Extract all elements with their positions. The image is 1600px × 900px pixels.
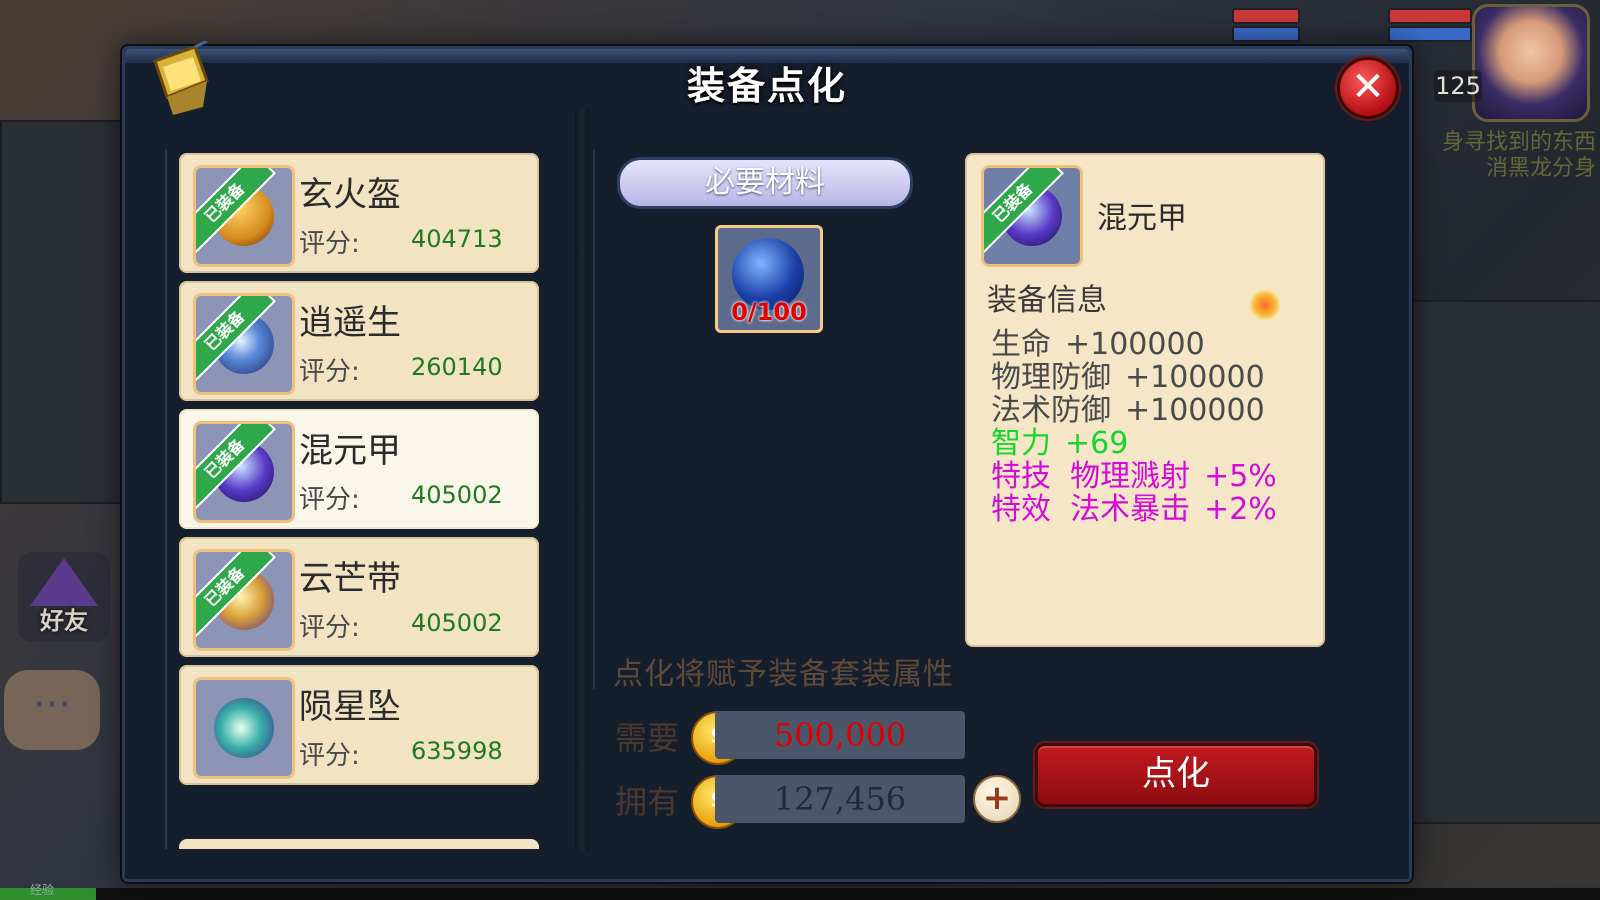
- item-score: 405002: [411, 609, 503, 637]
- panel-title: 装备点化: [686, 64, 847, 108]
- list-item-equipment-selected[interactable]: 已装备 混元甲 评分: 405002: [179, 409, 539, 529]
- list-item-equipment[interactable]: 已装备 玄火盔 评分: 404713: [179, 153, 539, 273]
- item-name: 逍遥生: [299, 303, 401, 343]
- friends-button[interactable]: 好友: [18, 552, 110, 642]
- info-item-name: 混元甲: [1097, 201, 1187, 236]
- attribute-name: 特效 法术暴击: [991, 492, 1191, 527]
- material-slot[interactable]: 0/100: [715, 225, 823, 333]
- item-name: 云芒带: [299, 559, 401, 599]
- attribute-value: +100000: [1125, 393, 1265, 428]
- equipment-refine-panel: 装备点化 ✕ 已装备 玄火盔 评分: 404713 已装备 逍遥生 评分: 26…: [122, 41, 1412, 882]
- item-name: 陨星坠: [299, 687, 401, 727]
- attribute-value: +2%: [1204, 492, 1277, 527]
- helmet-icon: 已装备: [193, 165, 295, 267]
- friend-avatar-icon: [30, 558, 98, 606]
- equipment-info-card: 已装备 混元甲 装备信息 生命 +100000 物理防御 +100000 法术防御 +…: [965, 153, 1325, 647]
- pet-hp-bar: [1232, 8, 1300, 24]
- player-mp-bar: [1388, 26, 1472, 42]
- list-item-equipment[interactable]: 已装备 逍遥生 评分: 260140: [179, 281, 539, 401]
- pet-mp-bar: [1232, 26, 1300, 42]
- spiral-icon[interactable]: [1249, 289, 1281, 321]
- close-button[interactable]: ✕: [1337, 57, 1399, 119]
- building-left: [0, 120, 134, 504]
- item-score: 405002: [411, 481, 503, 509]
- item-score-label: 评分:: [299, 613, 360, 643]
- friends-label: 好友: [40, 607, 88, 635]
- item-score: 635998: [411, 737, 503, 765]
- list-item-partial[interactable]: [179, 839, 539, 849]
- belt-icon: 已装备: [193, 549, 295, 651]
- equipment-list[interactable]: 已装备 玄火盔 评分: 404713 已装备 逍遥生 评分: 260140 已装…: [165, 149, 539, 849]
- quest-tracker-line2[interactable]: 消黑龙分身: [1486, 150, 1596, 182]
- cost-need-value: 500,000: [715, 711, 965, 759]
- necklace-icon: [193, 677, 295, 779]
- item-name: 混元甲: [299, 431, 401, 471]
- item-score: 260140: [411, 353, 503, 381]
- armor-icon: 已装备: [981, 165, 1083, 267]
- item-name: 玄火盔: [299, 175, 401, 215]
- info-section-title: 装备信息: [987, 283, 1107, 318]
- experience-label: 经验: [30, 883, 55, 897]
- refine-hint-text: 点化将赋予装备套装属性: [613, 657, 954, 692]
- list-item-equipment[interactable]: 已装备 云芒带 评分: 405002: [179, 537, 539, 657]
- item-score-label: 评分:: [299, 357, 360, 387]
- required-materials-header: 必要材料: [617, 157, 913, 209]
- panel-divider-thin: [593, 149, 595, 689]
- item-score-label: 评分:: [299, 229, 360, 259]
- refine-button[interactable]: 点化: [1035, 743, 1317, 807]
- cost-have-value: 127,456: [715, 775, 965, 823]
- building-right: [1400, 300, 1600, 824]
- player-hp-bar: [1388, 8, 1472, 24]
- player-portrait[interactable]: [1472, 4, 1590, 122]
- add-gold-button[interactable]: +: [973, 775, 1021, 823]
- weapon-icon: 已装备: [193, 293, 295, 395]
- material-count: 0/100: [731, 298, 807, 326]
- chat-button[interactable]: ···: [4, 670, 100, 750]
- cost-have-label: 拥有: [615, 783, 680, 821]
- attribute-row: 特效 法术暴击 +2%: [991, 484, 1277, 528]
- panel-divider: [575, 109, 589, 851]
- player-level: 125: [1434, 70, 1482, 102]
- armor-icon: 已装备: [193, 421, 295, 523]
- cost-need-label: 需要: [615, 719, 680, 757]
- list-item-equipment[interactable]: 陨星坠 评分: 635998: [179, 665, 539, 785]
- item-score: 404713: [411, 225, 503, 253]
- item-score-label: 评分:: [299, 741, 360, 771]
- item-score-label: 评分:: [299, 485, 360, 515]
- experience-bar: 经验: [0, 883, 1600, 900]
